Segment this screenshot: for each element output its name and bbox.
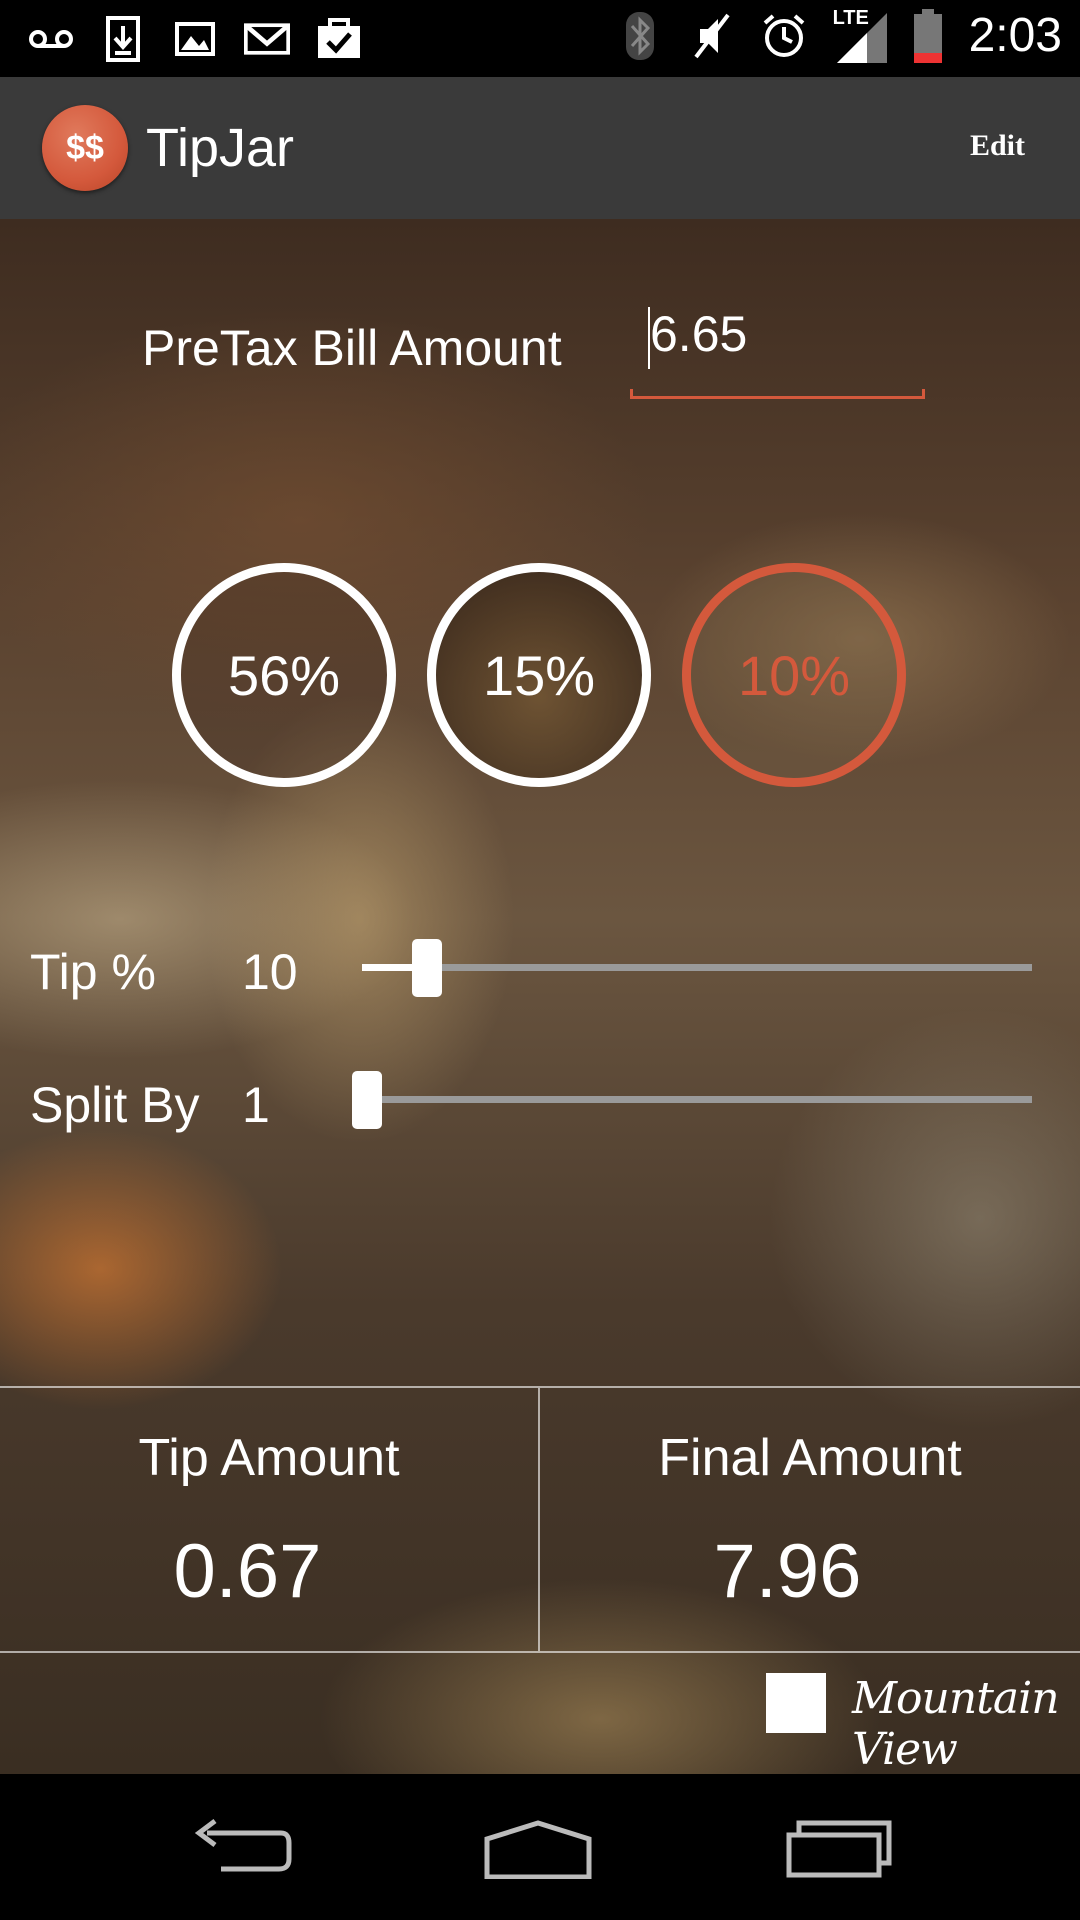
location-label: Mountain View (852, 1673, 1060, 1774)
tip-amount-value: 0.67 (173, 1529, 322, 1614)
split-slider-track[interactable] (362, 1096, 1032, 1103)
clipboard-check-icon (316, 14, 362, 64)
location-checkbox[interactable] (766, 1673, 826, 1733)
image-icon (172, 14, 218, 64)
bill-amount-underline (630, 389, 925, 399)
gmail-icon (244, 14, 290, 64)
network-type: LTE (832, 6, 869, 29)
status-bar: LTE 2:03 (0, 0, 1080, 77)
split-by-value: 1 (242, 1077, 270, 1133)
preset-tip-button-1[interactable]: 56% (172, 563, 396, 787)
main-content: PreTax Bill Amount 56% 15% 10% Tip % 10 … (0, 219, 1080, 1774)
tip-percent-label: Tip % (30, 944, 156, 1000)
text-cursor (648, 307, 650, 369)
clock: 2:03 (968, 9, 1062, 62)
bill-amount-label: PreTax Bill Amount (142, 320, 562, 376)
app-title: TipJar (146, 118, 295, 178)
alarm-icon (761, 11, 807, 61)
battery-icon (913, 8, 943, 63)
signal-icon: LTE (833, 7, 887, 63)
recent-apps-icon[interactable] (780, 1814, 900, 1884)
tip-amount-label: Tip Amount (138, 1429, 400, 1487)
download-icon (100, 14, 146, 64)
app-logo[interactable]: $$ (42, 105, 128, 191)
tip-slider-track[interactable] (362, 964, 1032, 971)
action-bar: $$ TipJar Edit (0, 77, 1080, 219)
results-panel: Tip Amount 0.67 Final Amount 7.96 (0, 1386, 1080, 1653)
bluetooth-icon (617, 11, 663, 61)
edit-button[interactable]: Edit (970, 129, 1025, 163)
split-by-label: Split By (30, 1077, 200, 1133)
final-amount-label: Final Amount (658, 1429, 962, 1487)
tip-percent-value: 10 (242, 944, 298, 1000)
final-amount-value: 7.96 (713, 1529, 862, 1614)
mute-icon (689, 11, 735, 61)
home-icon[interactable] (478, 1814, 598, 1884)
split-slider-thumb[interactable] (352, 1071, 382, 1129)
preset-tip-button-3[interactable]: 10% (682, 563, 906, 787)
navigation-bar (0, 1774, 1080, 1920)
tip-slider-thumb[interactable] (412, 939, 442, 997)
preset-tip-button-2[interactable]: 15% (427, 563, 651, 787)
bill-amount-input[interactable] (630, 299, 925, 369)
back-icon[interactable] (180, 1814, 300, 1884)
voicemail-icon (28, 14, 74, 64)
